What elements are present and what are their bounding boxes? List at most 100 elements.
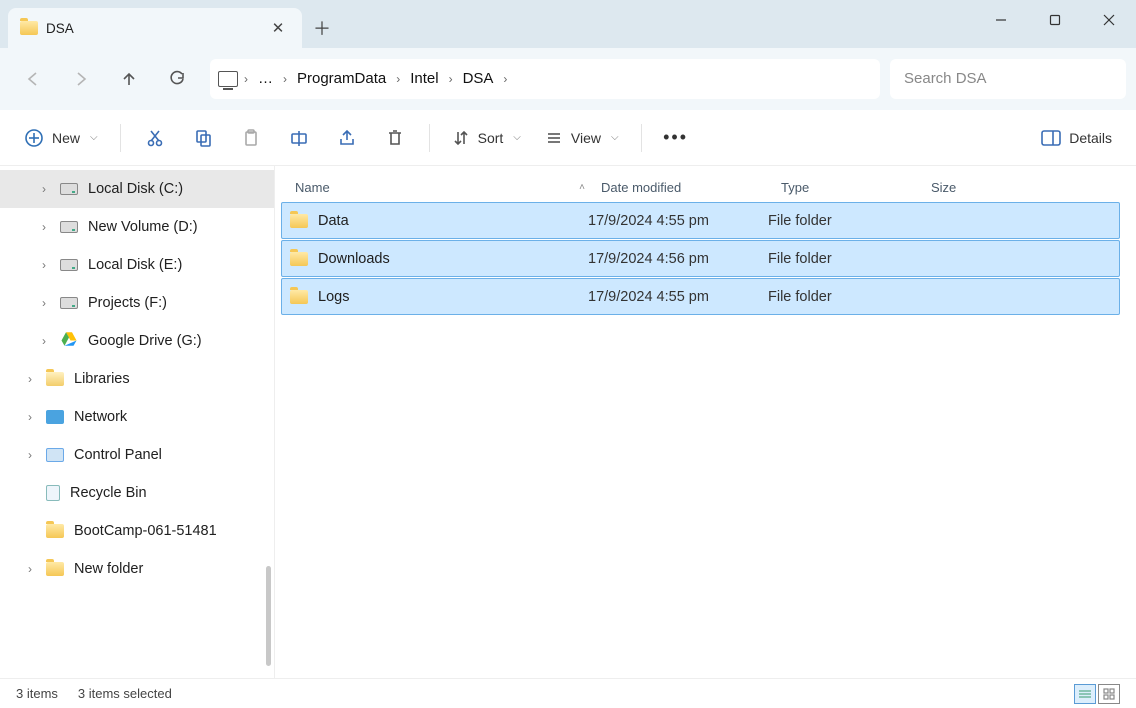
close-tab-button[interactable]: ✕	[266, 16, 290, 40]
statusbar: 3 items 3 items selected	[0, 678, 1136, 708]
chevron-right-icon[interactable]: ›	[24, 562, 36, 576]
rename-icon	[289, 128, 309, 148]
sidebar-item-local-disk-e[interactable]: › Local Disk (E:)	[0, 246, 274, 284]
new-tab-button[interactable]: ＋	[302, 8, 342, 48]
plus-circle-icon	[24, 128, 44, 148]
cell-date: 17/9/2024 4:56 pm	[588, 251, 768, 267]
network-icon	[46, 410, 64, 424]
chevron-right-icon[interactable]: ›	[24, 448, 36, 462]
folder-icon	[290, 290, 308, 304]
refresh-button[interactable]	[154, 59, 200, 99]
folder-icon	[290, 252, 308, 266]
maximize-button[interactable]	[1028, 0, 1082, 40]
new-label: New	[52, 130, 80, 146]
folder-icon	[20, 21, 38, 35]
chevron-right-icon[interactable]: ›	[38, 220, 50, 234]
drive-icon	[60, 183, 78, 195]
view-label: View	[571, 130, 601, 146]
copy-button[interactable]	[181, 119, 225, 157]
view-button[interactable]: View ⌵	[535, 119, 629, 157]
chevron-right-icon[interactable]: ›	[38, 258, 50, 272]
sidebar-label: Local Disk (E:)	[88, 257, 182, 273]
chevron-right-icon[interactable]: ›	[38, 182, 50, 196]
ellipsis-icon: •••	[663, 127, 688, 148]
chevron-right-icon: ›	[396, 72, 400, 86]
sidebar-item-libraries[interactable]: ›Libraries	[0, 360, 274, 398]
view-toggles	[1074, 684, 1120, 704]
sidebar-item-recycle-bin[interactable]: ›Recycle Bin	[0, 474, 274, 512]
details-label: Details	[1069, 130, 1112, 146]
rename-button[interactable]	[277, 119, 321, 157]
column-header-size[interactable]: Size	[931, 180, 1011, 195]
chevron-right-icon: ›	[283, 72, 287, 86]
chevron-right-icon: ›	[503, 72, 507, 86]
search-input[interactable]	[904, 70, 1112, 87]
file-row[interactable]: Downloads 17/9/2024 4:56 pm File folder	[281, 240, 1120, 277]
breadcrumb-programdata[interactable]: ProgramData	[293, 70, 390, 87]
details-pane-icon	[1041, 130, 1061, 146]
sidebar-item-network[interactable]: ›Network	[0, 398, 274, 436]
sort-label: Sort	[478, 130, 504, 146]
new-button[interactable]: New ⌵	[14, 119, 108, 157]
drive-icon	[60, 297, 78, 309]
forward-button[interactable]	[58, 59, 104, 99]
drive-icon	[60, 259, 78, 271]
chevron-down-icon: ⌵	[90, 132, 98, 143]
chevron-right-icon[interactable]: ›	[24, 372, 36, 386]
chevron-right-icon[interactable]: ›	[38, 334, 50, 348]
tab-dsa[interactable]: DSA ✕	[8, 8, 302, 48]
separator	[120, 124, 121, 152]
toolbar: New ⌵ Sort ⌵ View ⌵ ••• Details	[0, 110, 1136, 166]
breadcrumb-intel[interactable]: Intel	[406, 70, 442, 87]
sidebar-item-local-disk-c[interactable]: ›Local Disk (C:)	[0, 170, 274, 208]
cell-date: 17/9/2024 4:55 pm	[588, 289, 768, 305]
scissors-icon	[145, 128, 165, 148]
libraries-icon	[46, 372, 64, 386]
close-window-button[interactable]	[1082, 0, 1136, 40]
column-header-type[interactable]: Type	[781, 180, 931, 195]
paste-button[interactable]	[229, 119, 273, 157]
share-button[interactable]	[325, 119, 369, 157]
sidebar-item-bootcamp[interactable]: ›BootCamp-061-51481	[0, 512, 274, 550]
back-button[interactable]	[10, 59, 56, 99]
share-icon	[337, 128, 357, 148]
minimize-button[interactable]	[974, 0, 1028, 40]
scrollbar-thumb[interactable]	[266, 566, 271, 666]
column-header-name[interactable]: Name˄	[295, 180, 601, 195]
file-row[interactable]: Data 17/9/2024 4:55 pm File folder	[281, 202, 1120, 239]
control-panel-icon	[46, 448, 64, 462]
status-selected: 3 items selected	[78, 686, 172, 701]
sidebar-item-google-drive-g[interactable]: ›Google Drive (G:)	[0, 322, 274, 360]
drive-icon	[60, 221, 78, 233]
details-pane-button[interactable]: Details	[1031, 119, 1122, 157]
sidebar-item-control-panel[interactable]: ›Control Panel	[0, 436, 274, 474]
list-icon	[545, 129, 563, 147]
up-button[interactable]	[106, 59, 152, 99]
folder-icon	[46, 562, 64, 576]
chevron-right-icon: ›	[449, 72, 453, 86]
breadcrumb-ellipsis[interactable]: …	[254, 70, 277, 87]
sidebar-item-projects-f[interactable]: ›Projects (F:)	[0, 284, 274, 322]
chevron-right-icon[interactable]: ›	[24, 410, 36, 424]
cell-date: 17/9/2024 4:55 pm	[588, 213, 768, 229]
search-box[interactable]	[890, 59, 1126, 99]
breadcrumb-dsa[interactable]: DSA	[459, 70, 498, 87]
address-bar[interactable]: › … › ProgramData › Intel › DSA ›	[210, 59, 880, 99]
sort-button[interactable]: Sort ⌵	[442, 119, 531, 157]
more-button[interactable]: •••	[654, 119, 698, 157]
sort-indicator-icon: ˄	[579, 182, 585, 193]
chevron-right-icon[interactable]: ›	[38, 296, 50, 310]
cut-button[interactable]	[133, 119, 177, 157]
chevron-down-icon: ⌵	[513, 132, 521, 143]
sidebar-item-new-volume-d[interactable]: ›New Volume (D:)	[0, 208, 274, 246]
pc-icon	[218, 71, 238, 87]
delete-button[interactable]	[373, 119, 417, 157]
column-header-date[interactable]: Date modified	[601, 180, 781, 195]
folder-icon	[290, 214, 308, 228]
file-row[interactable]: Logs 17/9/2024 4:55 pm File folder	[281, 278, 1120, 315]
sort-icon	[452, 129, 470, 147]
chevron-down-icon: ⌵	[611, 132, 619, 143]
details-view-toggle[interactable]	[1074, 684, 1096, 704]
sidebar-item-new-folder[interactable]: ›New folder	[0, 550, 274, 588]
thumbnails-view-toggle[interactable]	[1098, 684, 1120, 704]
